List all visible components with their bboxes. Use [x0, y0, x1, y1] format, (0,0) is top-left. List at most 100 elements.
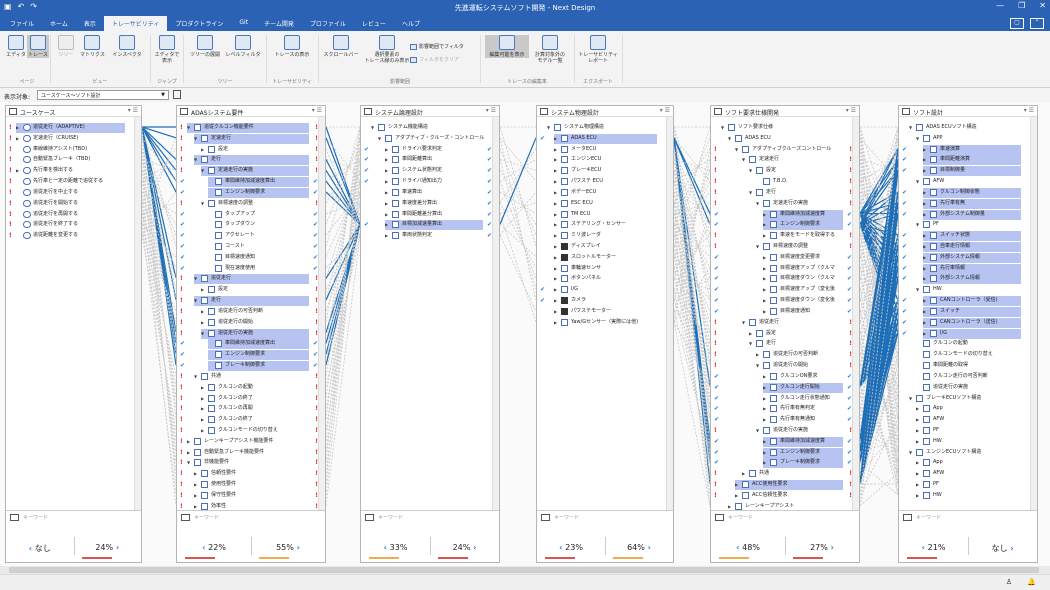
panel-scrollbar[interactable]: [1030, 117, 1037, 510]
expand-arrow-icon[interactable]: ▶: [763, 394, 766, 403]
tree-item[interactable]: ▶ App: [899, 404, 1031, 414]
tree-item[interactable]: ▼ アダプティブ・クルーズ・コントロール: [361, 134, 493, 144]
collapse-arrow-icon[interactable]: ▼: [749, 339, 752, 348]
collapse-arrow-icon[interactable]: ▼: [371, 123, 374, 132]
tree-item[interactable]: ✔ ▶ システム状態判定 ✔: [361, 166, 493, 176]
expand-arrow-icon[interactable]: ▶: [554, 210, 557, 219]
ribbon-button-12[interactable]: 計算対象外の モデル一覧: [530, 35, 570, 64]
tree-item[interactable]: ▼ ADAS ECUソフト構造: [899, 123, 1031, 133]
notification-icon[interactable]: 🔔: [1027, 578, 1036, 586]
tree-item[interactable]: ✔ ブレーキ制御要求 ✔: [177, 361, 319, 372]
expand-arrow-icon[interactable]: ▶: [16, 123, 19, 132]
tree-item[interactable]: ! ▶ 追従走行の可否判断!: [711, 350, 853, 360]
menu-3[interactable]: トレーサビリティ: [103, 16, 168, 31]
tree-item[interactable]: ✔ コースト ✔: [177, 242, 319, 252]
panel-scrollbar[interactable]: [318, 117, 325, 510]
tree-item[interactable]: ! ▶ 使用性要件!: [177, 480, 319, 490]
collapse-arrow-icon[interactable]: ▼: [916, 177, 919, 186]
expand-arrow-icon[interactable]: ▶: [763, 253, 766, 262]
tree-item[interactable]: ! 追従走行を再開する: [6, 210, 135, 220]
collapse-ribbon-icon[interactable]: ⌃: [1030, 18, 1044, 29]
tree-item[interactable]: ▶ TM ECU: [537, 210, 667, 220]
expand-arrow-icon[interactable]: ▶: [923, 329, 926, 338]
expand-arrow-icon[interactable]: ▶: [923, 188, 926, 197]
tree-item[interactable]: ▶ ボデーECU: [537, 188, 667, 198]
tree-item[interactable]: ▶ 車輪速センサ: [537, 264, 667, 274]
tree-item[interactable]: ! 追従走行を開始する: [6, 199, 135, 209]
tree-item[interactable]: ▶ AFW: [899, 415, 1031, 425]
expand-arrow-icon[interactable]: ▶: [916, 437, 919, 446]
ribbon-button-7[interactable]: レベルフィルタ: [224, 35, 262, 58]
tree-item[interactable]: ! ▼ 目標速度の調整!: [177, 199, 319, 209]
minimize-icon[interactable]: —: [996, 1, 1004, 10]
expand-arrow-icon[interactable]: ▶: [756, 350, 759, 359]
expand-arrow-icon[interactable]: ▶: [735, 480, 738, 489]
tree-item[interactable]: ✔ 車間維持加減速度算出 ✔: [177, 339, 319, 350]
expand-arrow-icon[interactable]: ▶: [923, 231, 926, 240]
tree-item[interactable]: ! ▶ ACC信頼性要求!: [711, 491, 853, 501]
tree-item[interactable]: ! 追従走行を終了する: [6, 220, 135, 230]
expand-arrow-icon[interactable]: ▶: [923, 274, 926, 283]
expand-arrow-icon[interactable]: ▶: [735, 491, 738, 500]
keyword-search-input[interactable]: キーワード: [728, 514, 753, 521]
next-icon[interactable]: ›: [294, 543, 300, 552]
expand-arrow-icon[interactable]: ▶: [916, 415, 919, 424]
panel-scrollbar[interactable]: [666, 117, 673, 510]
expand-arrow-icon[interactable]: ▶: [385, 155, 388, 164]
panel-menu-icon[interactable]: ▾ ☰: [660, 107, 670, 114]
collapse-arrow-icon[interactable]: ▼: [749, 166, 752, 175]
tree-item[interactable]: ! T.B.D.!: [711, 177, 853, 187]
next-icon[interactable]: ›: [470, 543, 476, 552]
tree-item[interactable]: ! 追従走行を中止する: [6, 188, 135, 198]
expand-arrow-icon[interactable]: ▶: [385, 145, 388, 154]
tree-item[interactable]: ✔ ▶ 外部システム情報: [899, 252, 1031, 263]
expand-arrow-icon[interactable]: ▶: [194, 480, 197, 489]
tree-item[interactable]: ✔ ▶ ドライバ要求判定 ✔: [361, 145, 493, 155]
expand-arrow-icon[interactable]: ▶: [554, 231, 557, 240]
ribbon-button-8[interactable]: トレースの表示: [272, 35, 312, 58]
ribbon-button-0[interactable]: エディタ: [5, 35, 27, 58]
expand-arrow-icon[interactable]: ▶: [554, 199, 557, 208]
tree-item[interactable]: ✔ ▶ ブレーキ制御要求 ✔: [711, 458, 853, 469]
tree-item[interactable]: ! ▶ ACC使用性要求!: [711, 480, 853, 491]
tree-item[interactable]: ▼ ソフト要求仕様: [711, 123, 853, 133]
collapse-arrow-icon[interactable]: ▼: [916, 134, 919, 143]
tree-item[interactable]: ! ▶ 自動緊急ブレーキ機能要件!: [177, 448, 319, 458]
trace-filter-select[interactable]: ユースケース～ソフト設計 ▼: [37, 90, 169, 100]
tree-item[interactable]: ✔ ▶ エンジン制御要求 ✔: [711, 220, 853, 231]
ownership-icon[interactable]: ♙: [1006, 578, 1012, 586]
tree-item[interactable]: ▶ ボタンパネル: [537, 274, 667, 284]
tree-item[interactable]: ✔ ▶ 外部システム制御量: [899, 209, 1031, 220]
tree-item[interactable]: ▼ システム物理構造: [537, 123, 667, 133]
expand-arrow-icon[interactable]: ▶: [763, 307, 766, 316]
tree-item[interactable]: ▼ PF: [899, 220, 1031, 230]
tree-item[interactable]: ! ▼ 追従走行の開始!: [711, 361, 853, 371]
panel-menu-icon[interactable]: ▾ ☰: [128, 107, 138, 114]
collapse-arrow-icon[interactable]: ▼: [742, 155, 745, 164]
collapse-arrow-icon[interactable]: ▼: [201, 329, 204, 338]
expand-arrow-icon[interactable]: ▶: [554, 274, 557, 283]
tree-item[interactable]: ! ▼ 定速走行の実施!: [711, 199, 853, 209]
left-trace-rate[interactable]: ‹ なし: [6, 539, 74, 565]
left-trace-rate[interactable]: ‹ 22%: [177, 539, 251, 565]
tree-item[interactable]: ! ▶ 信頼性要件!: [177, 469, 319, 479]
tree-item[interactable]: ✔ 車間維持加減速度算出 ✔: [177, 177, 319, 188]
tree-item[interactable]: ✔ ▶ スイッチ状態: [899, 231, 1031, 242]
collapse-arrow-icon[interactable]: ▼: [909, 448, 912, 457]
tree-item[interactable]: ! ▶ クルコンの再開!: [177, 404, 319, 414]
tree-item[interactable]: ✔ ▶ 車間距離算出 ✔: [361, 155, 493, 165]
collapse-arrow-icon[interactable]: ▼: [909, 394, 912, 403]
tree-item[interactable]: ! 先行車と一定の距離で追従する: [6, 177, 135, 187]
collapse-arrow-icon[interactable]: ▼: [909, 123, 912, 132]
expand-arrow-icon[interactable]: ▶: [554, 166, 557, 175]
tree-item[interactable]: ▶ Yaw/Gセンサー（実際には他): [537, 318, 667, 328]
collapse-arrow-icon[interactable]: ▼: [749, 188, 752, 197]
panel-menu-icon[interactable]: ▾ ☰: [312, 107, 322, 114]
expand-arrow-icon[interactable]: ▶: [923, 318, 926, 327]
tree-item[interactable]: ! ▶ 追従走行（ADAPTIVE): [6, 123, 135, 133]
tree-item[interactable]: ▶ エンジンECU: [537, 155, 667, 165]
tree-item[interactable]: ! ▶ 車速をモードを取得する!: [711, 231, 853, 241]
tree-item[interactable]: ! ▼ 追従クルコン機能要件!: [177, 123, 319, 133]
panel-scrollbar[interactable]: [492, 117, 499, 510]
tree-item[interactable]: ! ▶ 保守性要件!: [177, 491, 319, 501]
